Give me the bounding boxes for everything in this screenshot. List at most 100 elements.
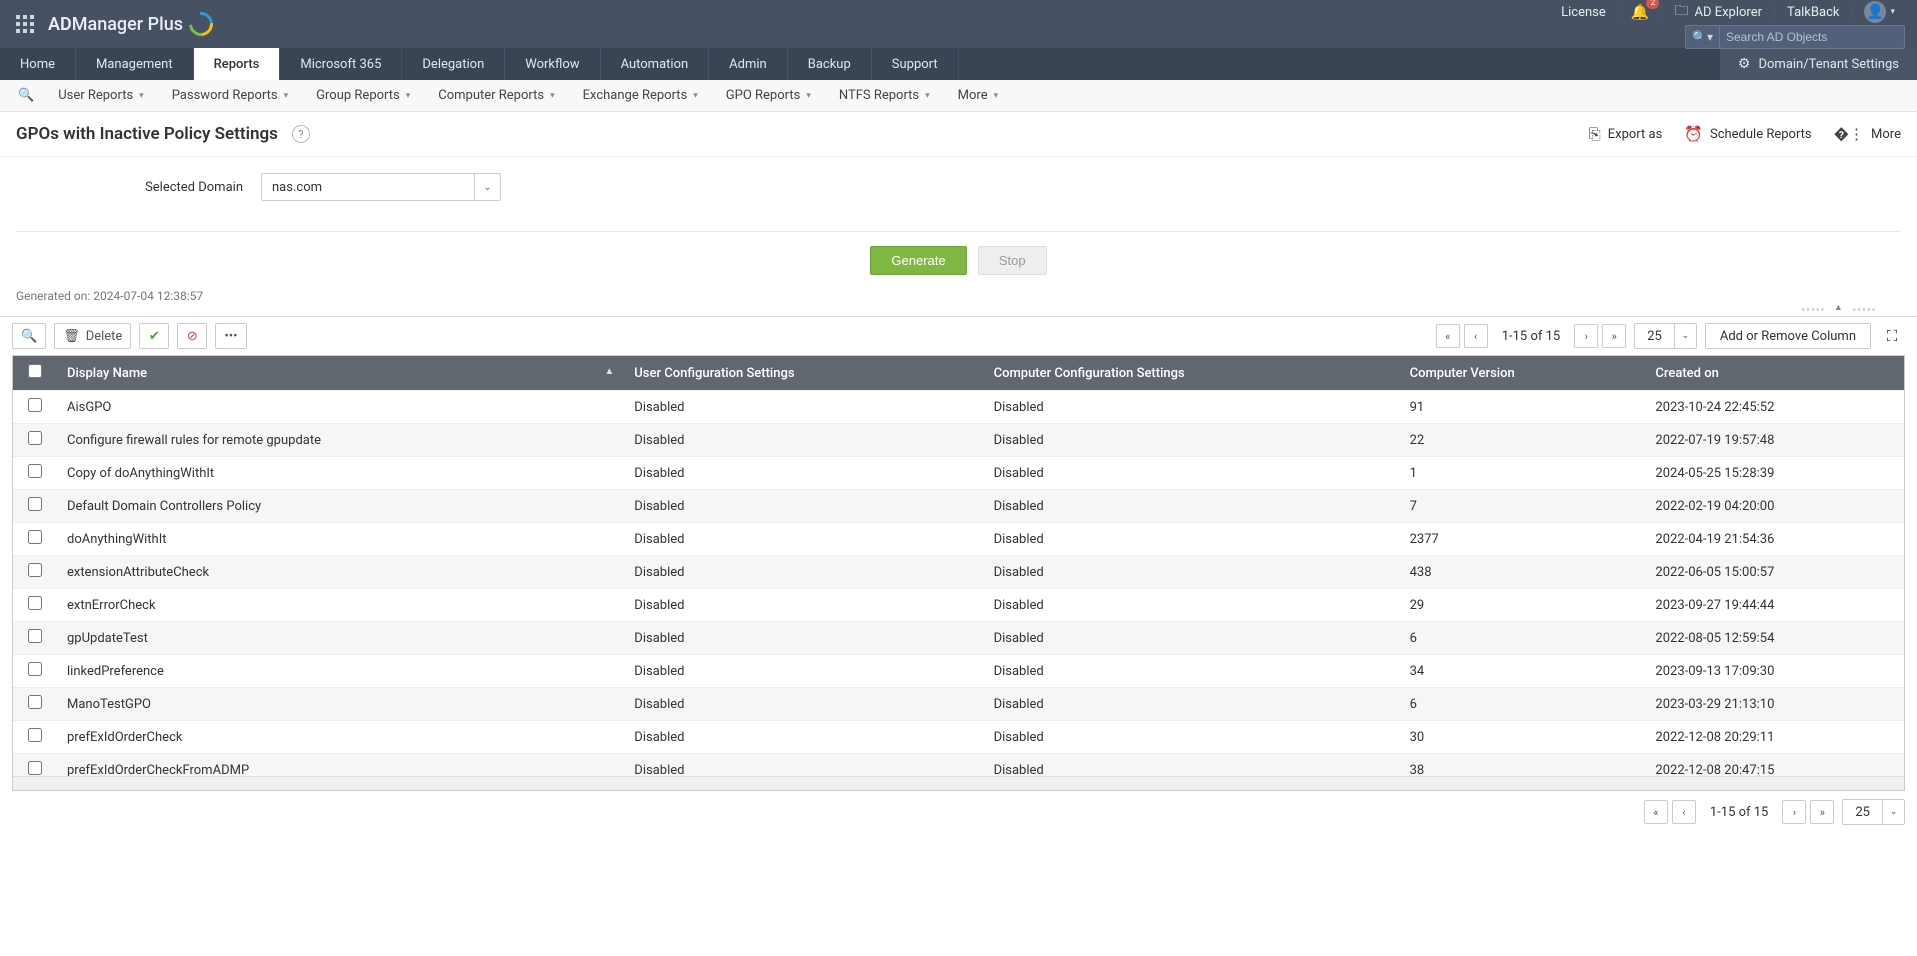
ad-explorer-link[interactable]: 🗀AD Explorer <box>1661 2 1774 22</box>
enable-button[interactable]: ✔ <box>139 323 169 349</box>
table-search-button[interactable]: 🔍 <box>12 323 46 349</box>
more-options-button[interactable]: ••• <box>215 323 246 349</box>
page-size-select[interactable]: 25 ⌄ <box>1842 799 1905 825</box>
subnav-gpo-reports[interactable]: GPO Reports▾ <box>712 88 825 103</box>
fullscreen-button[interactable]: ⛶ <box>1879 323 1905 349</box>
search-input[interactable] <box>1720 30 1904 44</box>
resize-handle[interactable]: ▪▪▪▪▪ ▲ ▪▪▪▪▪ <box>0 301 1917 316</box>
table-row[interactable]: extensionAttributeCheckDisabledDisabled4… <box>13 556 1904 589</box>
subnav-password-reports[interactable]: Password Reports▾ <box>158 88 302 103</box>
cell-user-config: Disabled <box>624 622 983 655</box>
check-all[interactable] <box>28 364 42 378</box>
table-row[interactable]: ManoTestGPODisabledDisabled62023-03-29 2… <box>13 688 1904 721</box>
search-scope-toggle[interactable]: 🔍▾ <box>1686 26 1720 48</box>
row-check-cell <box>13 424 57 457</box>
user-menu[interactable]: 👤▾ <box>1851 2 1907 22</box>
row-checkbox[interactable] <box>28 497 42 511</box>
subnav-exchange-reports[interactable]: Exchange Reports▾ <box>569 88 712 103</box>
nav-tab-backup[interactable]: Backup <box>788 48 872 80</box>
page-last-button[interactable]: » <box>1810 800 1834 824</box>
table-row[interactable]: doAnythingWithItDisabledDisabled23772022… <box>13 523 1904 556</box>
col-created-on[interactable]: Created on <box>1645 356 1904 391</box>
col-user-config[interactable]: User Configuration Settings <box>624 356 983 391</box>
nav-tab-admin[interactable]: Admin <box>709 48 788 80</box>
page-next-button[interactable]: › <box>1782 800 1806 824</box>
row-checkbox[interactable] <box>28 629 42 643</box>
nav-tab-home[interactable]: Home <box>0 48 76 80</box>
page-first-button[interactable]: « <box>1644 800 1668 824</box>
subnav-ntfs-reports[interactable]: NTFS Reports▾ <box>825 88 944 103</box>
cell-comp-version: 22 <box>1400 424 1646 457</box>
nav-tab-reports[interactable]: Reports <box>194 48 281 80</box>
talkback-link[interactable]: TalkBack <box>1774 2 1851 22</box>
chevron-down-icon: ⌄ <box>1674 324 1696 348</box>
row-check-cell <box>13 457 57 490</box>
table-row[interactable]: AisGPODisabledDisabled912023-10-24 22:45… <box>13 391 1904 424</box>
row-checkbox[interactable] <box>28 695 42 709</box>
col-display-name[interactable]: Display Name▲ <box>57 356 624 391</box>
table-row[interactable]: extnErrorCheckDisabledDisabled292023-09-… <box>13 589 1904 622</box>
nav-tab-automation[interactable]: Automation <box>601 48 710 80</box>
subnav-search-icon[interactable]: 🔍 <box>8 88 44 103</box>
nav-tab-microsoft-365[interactable]: Microsoft 365 <box>280 48 402 80</box>
subnav-group-reports[interactable]: Group Reports▾ <box>302 88 424 103</box>
cell-comp-version: 6 <box>1400 688 1646 721</box>
row-checkbox[interactable] <box>28 563 42 577</box>
row-checkbox[interactable] <box>28 398 42 412</box>
table-row[interactable]: Default Domain Controllers PolicyDisable… <box>13 490 1904 523</box>
subnav-more[interactable]: More▾ <box>944 88 1012 103</box>
page-prev-button[interactable]: ‹ <box>1672 800 1696 824</box>
horizontal-scrollbar[interactable] <box>13 776 1904 790</box>
page-prev-button[interactable]: ‹ <box>1464 324 1488 348</box>
table-row[interactable]: linkedPreferenceDisabledDisabled342023-0… <box>13 655 1904 688</box>
search-icon: 🔍 <box>21 329 37 344</box>
table-row[interactable]: prefExIdOrderCheckFromADMPDisabledDisabl… <box>13 754 1904 777</box>
cell-user-config: Disabled <box>624 655 983 688</box>
page-size-select[interactable]: 25 ⌄ <box>1634 323 1697 349</box>
subnav-computer-reports[interactable]: Computer Reports▾ <box>424 88 568 103</box>
table-scroll[interactable]: Display Name▲ User Configuration Setting… <box>13 356 1904 776</box>
row-checkbox[interactable] <box>28 464 42 478</box>
page-next-button[interactable]: › <box>1574 324 1598 348</box>
col-comp-config[interactable]: Computer Configuration Settings <box>984 356 1400 391</box>
license-link[interactable]: License <box>1549 2 1618 22</box>
subnav-user-reports[interactable]: User Reports▾ <box>44 88 158 103</box>
notif-badge: 2 <box>1646 0 1659 9</box>
selected-domain-select[interactable]: nas.com ⌄ <box>261 173 501 201</box>
page-header: GPOs with Inactive Policy Settings ? ⎘Ex… <box>0 112 1917 157</box>
schedule-reports-button[interactable]: ⏰Schedule Reports <box>1684 125 1811 143</box>
delete-button[interactable]: 🗑Delete <box>54 323 131 349</box>
domain-settings-button[interactable]: ⚙Domain/Tenant Settings <box>1720 48 1917 80</box>
sort-asc-icon: ▲ <box>604 366 614 377</box>
add-remove-column-button[interactable]: Add or Remove Column <box>1705 323 1871 349</box>
more-actions-button[interactable]: �⋮More <box>1834 125 1901 143</box>
notifications-button[interactable]: 🔔2 <box>1618 2 1662 22</box>
row-checkbox[interactable] <box>28 530 42 544</box>
nav-tab-support[interactable]: Support <box>872 48 959 80</box>
row-checkbox[interactable] <box>28 761 42 775</box>
row-checkbox[interactable] <box>28 728 42 742</box>
subnav-label: Password Reports <box>172 88 278 103</box>
export-as-button[interactable]: ⎘Export as <box>1589 125 1663 143</box>
more-icon: �⋮ <box>1834 125 1864 143</box>
apps-grid-icon[interactable] <box>16 15 34 33</box>
row-checkbox[interactable] <box>28 431 42 445</box>
table-row[interactable]: Configure firewall rules for remote gpup… <box>13 424 1904 457</box>
page-first-button[interactable]: « <box>1436 324 1460 348</box>
generate-button[interactable]: Generate <box>870 246 966 275</box>
col-comp-version[interactable]: Computer Version <box>1400 356 1646 391</box>
nav-tab-management[interactable]: Management <box>76 48 194 80</box>
nav-tab-delegation[interactable]: Delegation <box>402 48 505 80</box>
cell-user-config: Disabled <box>624 721 983 754</box>
cell-comp-config: Disabled <box>984 721 1400 754</box>
table-row[interactable]: prefExIdOrderCheckDisabledDisabled302022… <box>13 721 1904 754</box>
domain-settings-label: Domain/Tenant Settings <box>1758 57 1899 72</box>
table-row[interactable]: gpUpdateTestDisabledDisabled62022-08-05 … <box>13 622 1904 655</box>
row-checkbox[interactable] <box>28 596 42 610</box>
page-last-button[interactable]: » <box>1602 324 1626 348</box>
table-row[interactable]: Copy of doAnythingWithItDisabledDisabled… <box>13 457 1904 490</box>
nav-tab-workflow[interactable]: Workflow <box>505 48 600 80</box>
help-icon[interactable]: ? <box>292 125 310 143</box>
row-checkbox[interactable] <box>28 662 42 676</box>
disable-button[interactable]: ⊘ <box>177 323 207 349</box>
